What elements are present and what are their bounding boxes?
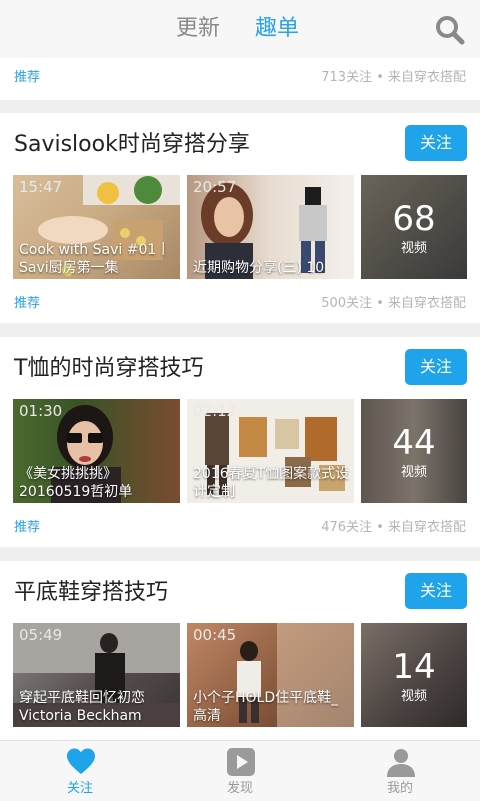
tab-updates[interactable]: 更新 [176,14,220,44]
video-caption: 2016春夏T恤图案款式设计定制 [193,466,350,500]
tab-lists[interactable]: 趣单 [255,14,299,44]
video-count-label: 视频 [400,241,427,256]
video-duration: 01:30 [19,402,63,420]
video-duration: 00:45 [193,626,237,644]
follow-count-source: 713关注 • 来自穿衣搭配 [321,70,466,85]
video-count: 44 [392,423,436,463]
video-count: 68 [392,199,436,239]
video-caption: 小个子HOLD住平底鞋_高清 [193,690,339,724]
nav-following[interactable]: 关注 [20,741,140,801]
video-caption: 穿起平底鞋回忆初恋Victoria Beckham [19,690,145,724]
follow-count-source: 476关注 • 来自穿衣搭配 [321,520,466,535]
video-thumbnail[interactable]: 20:57 近期购物分享(三) 10 [187,175,354,279]
video-count-tile[interactable]: 14 视频 [361,623,467,727]
playlist-card[interactable]: Savislook时尚穿搭分享 关注 15:47 Cook with Savi … [0,113,480,323]
nav-label: 关注 [66,781,93,796]
user-icon [387,749,415,777]
search-button[interactable] [434,14,466,46]
video-duration: 15:47 [19,178,63,196]
video-count-label: 视频 [400,689,427,704]
video-duration: 20:57 [193,178,237,196]
nav-label: 发现 [226,781,253,796]
recommend-tag[interactable]: 推荐 [14,295,40,313]
play-icon [227,748,255,776]
video-thumbnail[interactable]: 02:12 2016春夏T恤图案款式设计定制 [187,399,354,503]
recommend-tag[interactable]: 推荐 [14,69,40,87]
follow-button[interactable]: 关注 [405,349,467,385]
follow-count-source: 500关注 • 来自穿衣搭配 [321,296,466,311]
previous-card-meta: 推荐 713关注 • 来自穿衣搭配 [0,58,480,100]
top-bar: 更新 趣单 [0,0,480,59]
nav-discover[interactable]: 发现 [180,741,300,801]
playlist-card[interactable]: T恤的时尚穿搭技巧 关注 01:30 《美女挑挑挑》20160519哲初单 02… [0,337,480,547]
video-thumbnail[interactable]: 01:30 《美女挑挑挑》20160519哲初单 [13,399,180,503]
video-caption: 《美女挑挑挑》20160519哲初单 [19,466,133,500]
video-count-tile[interactable]: 44 视频 [361,399,467,503]
follow-button[interactable]: 关注 [405,125,467,161]
bottom-navigation: 关注 发现 我的 [0,740,480,801]
video-count: 14 [392,647,436,687]
playlist-title: 平底鞋穿搭技巧 [14,580,169,605]
video-duration: 05:49 [19,626,63,644]
video-count-label: 视频 [400,465,427,480]
video-thumbnail[interactable]: 05:49 穿起平底鞋回忆初恋Victoria Beckham [13,623,180,727]
recommend-tag[interactable]: 推荐 [14,519,40,537]
video-duration: 02:12 [193,402,237,420]
nav-label: 我的 [386,781,413,796]
video-caption: 近期购物分享(三) 10 [193,260,325,276]
follow-button[interactable]: 关注 [405,573,467,609]
video-thumbnail[interactable]: 15:47 Cook with Savi #01丨Savi厨房第一集 [13,175,180,279]
playlist-title: Savislook时尚穿搭分享 [14,132,250,157]
playlist-title: T恤的时尚穿搭技巧 [14,356,204,381]
video-count-tile[interactable]: 68 视频 [361,175,467,279]
video-thumbnail[interactable]: 00:45 小个子HOLD住平底鞋_高清 [187,623,354,727]
nav-mine[interactable]: 我的 [340,741,460,801]
video-caption: Cook with Savi #01丨Savi厨房第一集 [19,242,171,276]
heart-icon [67,748,95,774]
search-icon [436,16,465,45]
